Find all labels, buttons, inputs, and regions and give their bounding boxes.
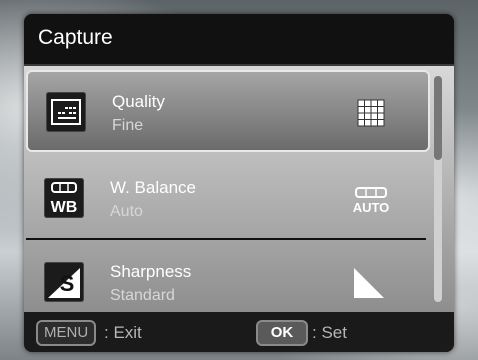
exit-hint: : Exit	[104, 323, 142, 342]
sharpness-icon: S	[44, 262, 84, 302]
ok-key-badge[interactable]: OK	[256, 320, 308, 346]
menu-list: Quality Fine WB W. Balance Auto AUTO S S…	[24, 66, 454, 312]
quality-icon	[46, 92, 86, 132]
menu-item-label: Sharpness	[110, 262, 192, 281]
sharpness-icon-text: S	[60, 271, 75, 296]
menu-header: Capture	[24, 14, 454, 66]
standard-sharpness-icon	[352, 266, 386, 300]
menu-item-value: Standard	[110, 287, 175, 304]
menu-item-white-balance[interactable]: WB W. Balance Auto AUTO	[26, 158, 426, 240]
set-hint: : Set	[312, 323, 347, 342]
menu-item-quality[interactable]: Quality Fine	[26, 70, 430, 152]
menu-key-badge[interactable]: MENU	[36, 320, 96, 346]
menu-footer: MENU : Exit OK : Set	[24, 312, 454, 352]
fine-grid-icon	[354, 96, 388, 130]
capture-menu-panel: Capture Quality Fine WB W. Balance Auto …	[24, 14, 454, 352]
white-balance-icon: WB	[44, 178, 84, 218]
menu-item-label: Quality	[112, 92, 165, 111]
wb-icon-text: WB	[51, 199, 78, 216]
auto-icon-text: AUTO	[353, 200, 390, 215]
menu-item-value: Fine	[112, 117, 144, 134]
menu-scroll-thumb[interactable]	[434, 76, 442, 160]
menu-item-label: W. Balance	[110, 178, 196, 197]
menu-title: Capture	[38, 26, 113, 49]
menu-item-sharpness[interactable]: S Sharpness Standard	[26, 242, 426, 322]
menu-item-value: Auto	[110, 203, 143, 220]
auto-wb-icon: AUTO	[352, 182, 389, 216]
